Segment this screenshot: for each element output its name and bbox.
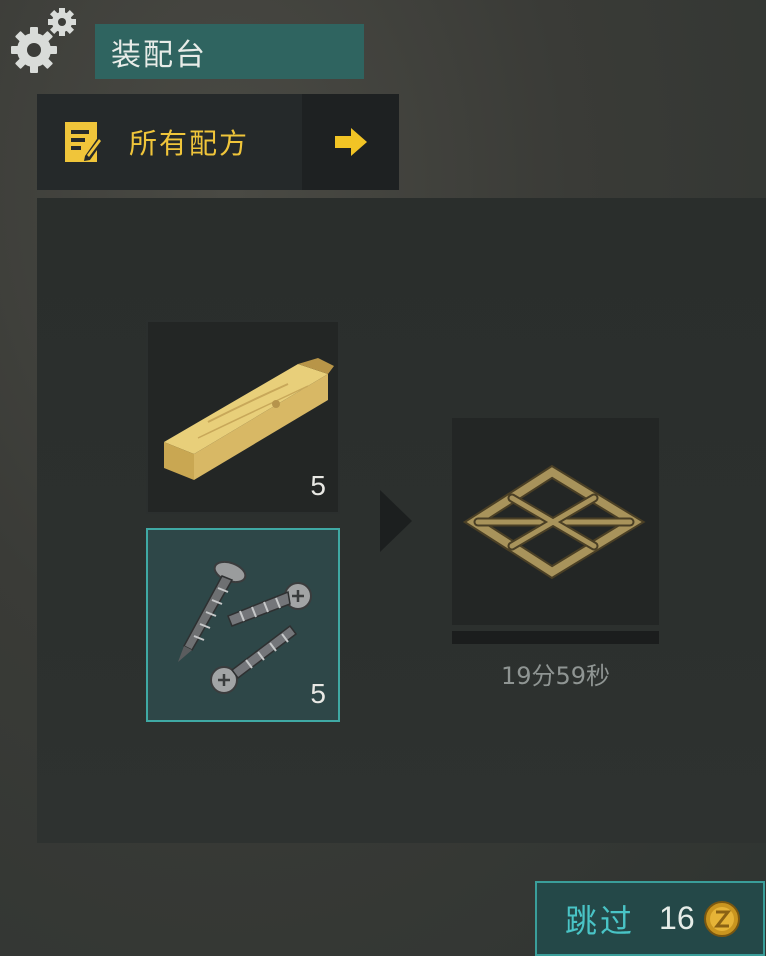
page-title-text: 装配台 [111,37,207,73]
ingredient-count: 5 [310,470,326,501]
skip-cost: 16 [659,900,695,936]
craft-progress-bar [452,631,659,644]
craft-timer: 19分59秒 [500,662,611,690]
ingredient-slot-screws[interactable]: 5 [146,528,340,722]
recipe-selector[interactable]: 所有配方 [37,94,399,190]
ingredient-slot-plank[interactable]: 5 [146,320,340,514]
skip-button[interactable]: 跳过 16 [535,881,765,956]
wooden-frame-icon [462,464,646,580]
all-recipes-label: 所有配方 [129,127,250,160]
craft-arrow-icon [380,490,412,552]
recipe-note-icon [65,122,104,162]
coin-icon [703,900,740,937]
recipe-next-button[interactable] [302,94,399,190]
ingredient-count: 5 [310,678,326,709]
skip-label: 跳过 [565,901,636,940]
all-recipes-button[interactable]: 所有配方 [37,94,302,190]
page-title: 装配台 [95,24,364,79]
arrow-right-icon [334,128,367,156]
result-slot[interactable] [452,418,659,625]
gear-icon[interactable] [8,6,80,78]
